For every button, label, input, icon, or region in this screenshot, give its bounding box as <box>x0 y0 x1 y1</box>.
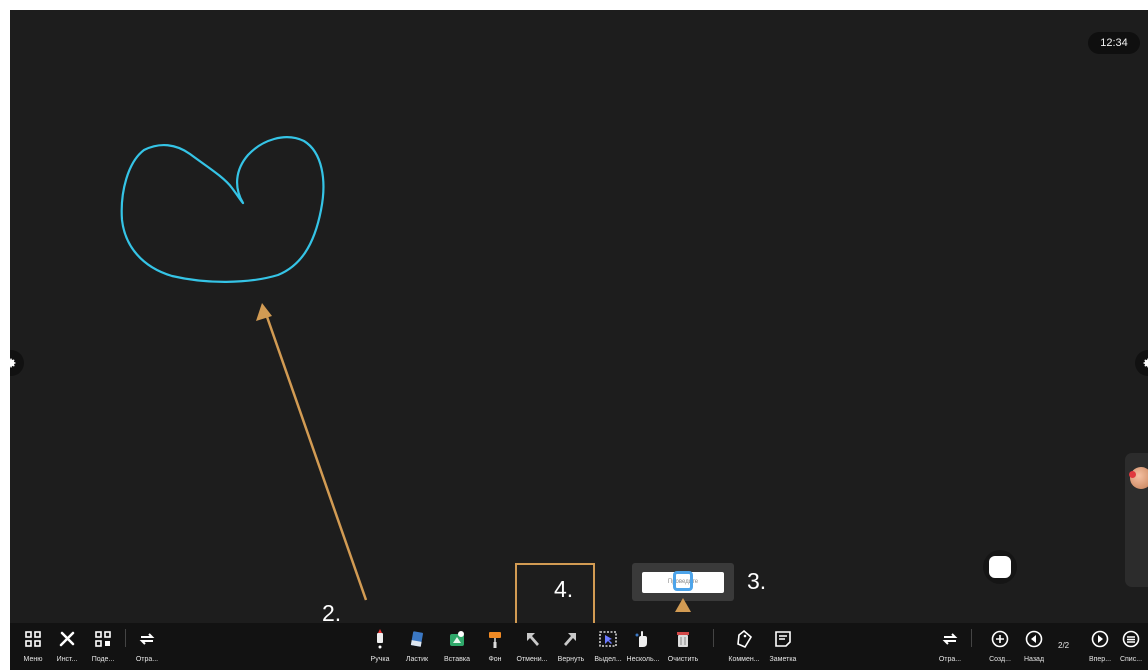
pen-button[interactable]: Ручка <box>365 623 395 670</box>
clear-button[interactable]: Очистить <box>665 623 701 670</box>
mirror-right-label: Отра... <box>938 656 962 663</box>
pen-label: Ручка <box>370 656 390 663</box>
whiteboard-canvas[interactable]: 12:34 2. 4. 3. Проведите Меню Инст... По… <box>10 10 1148 670</box>
menu-button[interactable]: Меню <box>18 623 48 670</box>
toolbar-divider <box>125 629 126 647</box>
page-list-button[interactable]: Спис... <box>1116 623 1146 670</box>
select-button[interactable]: Выдел... <box>593 623 623 670</box>
eraser-button[interactable]: Ластик <box>402 623 432 670</box>
select-label: Выдел... <box>594 656 622 663</box>
page-indicator: 2/2 <box>1058 641 1070 650</box>
select-icon <box>599 631 617 647</box>
notification-dot <box>1129 471 1136 478</box>
annotation-step-3: 3. <box>747 568 767 594</box>
create-page-button[interactable]: Созд... <box>985 623 1015 670</box>
comment-button[interactable]: Коммен... <box>726 623 762 670</box>
page-list-label: Спис... <box>1119 656 1143 663</box>
gear-icon <box>1143 358 1148 368</box>
multi-touch-button[interactable]: Несколь... <box>625 623 661 670</box>
eraser-icon <box>410 631 423 647</box>
slider-handle[interactable] <box>673 571 693 591</box>
swap-icon <box>942 633 958 645</box>
redo-button[interactable]: Вернуть <box>554 623 588 670</box>
mirror-right-button[interactable]: Отра... <box>935 623 965 670</box>
undo-label: Отмени... <box>516 656 548 663</box>
swipe-tooltip: Проведите <box>632 563 734 601</box>
prev-page-button[interactable]: Назад <box>1019 623 1049 670</box>
tools-label: Инст... <box>56 656 78 663</box>
note-icon <box>775 631 791 647</box>
prev-page-icon <box>1025 630 1043 648</box>
clear-icon <box>677 632 689 647</box>
toolbar-divider <box>713 629 714 647</box>
side-app-panel[interactable] <box>1125 453 1148 587</box>
square-icon <box>989 556 1011 578</box>
multi-touch-icon <box>635 631 647 647</box>
qr-icon <box>95 631 111 647</box>
clock: 12:34 <box>1088 32 1140 54</box>
tools-icon <box>59 631 75 647</box>
heart-stroke <box>120 136 325 283</box>
paint-roller-icon <box>489 632 501 648</box>
note-button[interactable]: Заметка <box>766 623 800 670</box>
grid-icon <box>25 631 41 647</box>
background-button[interactable]: Фон <box>480 623 510 670</box>
tooltip-pointer <box>675 598 691 612</box>
undo-button[interactable]: Отмени... <box>515 623 549 670</box>
list-icon <box>1122 630 1140 648</box>
pen-icon <box>377 629 383 649</box>
insert-button[interactable]: Вставка <box>440 623 474 670</box>
insert-label: Вставка <box>443 656 471 663</box>
redo-label: Вернуть <box>557 656 585 663</box>
clear-label: Очистить <box>667 656 699 663</box>
insert-icon <box>450 631 464 646</box>
redo-icon <box>564 633 576 646</box>
undo-icon <box>527 633 539 646</box>
floating-menu-button[interactable] <box>983 550 1017 584</box>
toolbar-divider <box>971 629 972 647</box>
next-page-button[interactable]: Впер... <box>1085 623 1115 670</box>
share-button[interactable]: Поде... <box>88 623 118 670</box>
prev-page-label: Назад <box>1023 656 1045 663</box>
next-page-icon <box>1091 630 1109 648</box>
create-page-label: Созд... <box>989 656 1011 663</box>
arrow-head <box>256 303 272 321</box>
comment-label: Коммен... <box>728 656 760 663</box>
multi-touch-label: Несколь... <box>626 656 660 663</box>
share-label: Поде... <box>91 656 115 663</box>
arrow-line <box>263 310 368 601</box>
background-label: Фон <box>488 656 502 663</box>
note-label: Заметка <box>769 656 797 663</box>
menu-label: Меню <box>23 656 43 663</box>
comment-tag-icon <box>737 629 753 649</box>
plus-circle-icon <box>991 630 1009 648</box>
mirror-left-button[interactable]: Отра... <box>132 623 162 670</box>
next-page-label: Впер... <box>1088 656 1112 663</box>
tools-button[interactable]: Инст... <box>52 623 82 670</box>
mirror-left-label: Отра... <box>135 656 159 663</box>
bottom-toolbar: Меню Инст... Поде... Отра... Ручка Ласти… <box>10 623 1148 670</box>
swap-icon <box>139 633 155 645</box>
gear-icon <box>10 358 16 368</box>
eraser-label: Ластик <box>405 656 429 663</box>
